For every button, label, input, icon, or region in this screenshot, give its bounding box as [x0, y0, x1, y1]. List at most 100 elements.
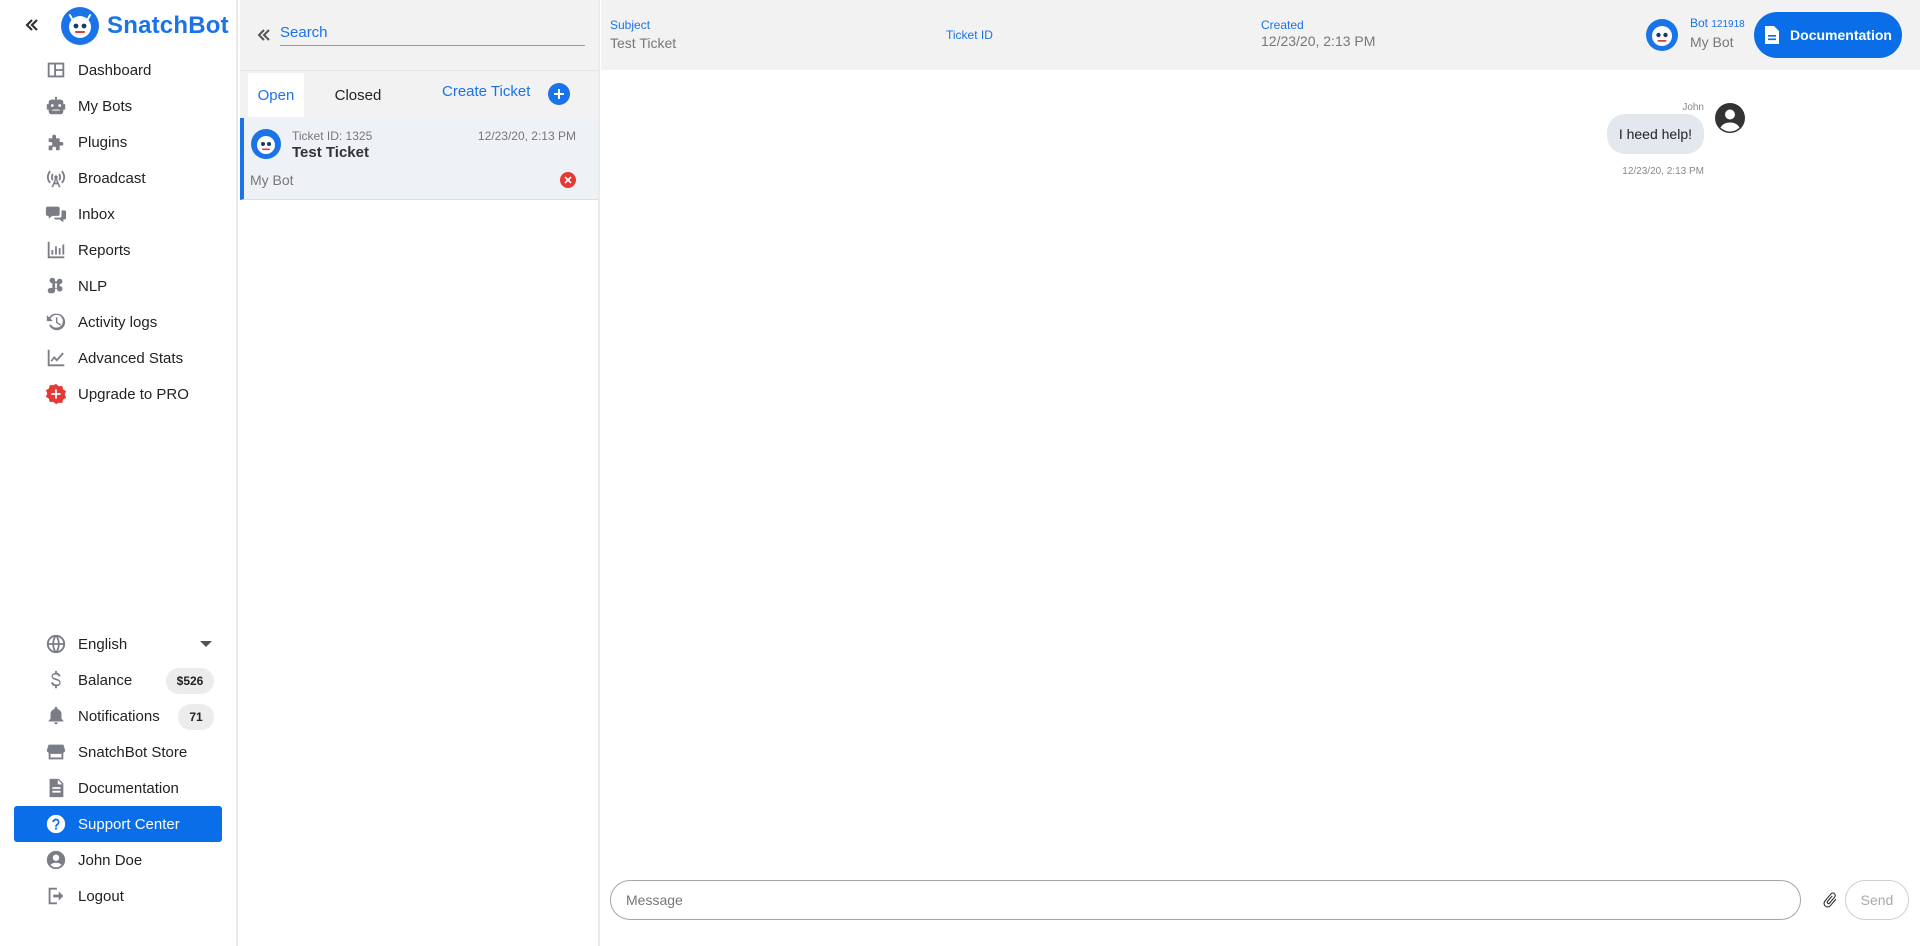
ticket-list-panel: Open Closed Create Ticket Ticket ID: 132… [240, 0, 600, 946]
sidebar-item-label: Reports [78, 241, 131, 259]
sidebar-item-label: Support Center [78, 815, 180, 833]
robot-icon [44, 94, 68, 118]
sidebar-header: SnatchBot [0, 0, 236, 52]
sidebar-item-plugins[interactable]: Plugins [14, 124, 222, 160]
message-bubble: I heed help! [1606, 114, 1704, 154]
bar-chart-icon [44, 238, 68, 262]
ticket-list-header [240, 0, 598, 70]
sidebar-item-profile[interactable]: John Doe [14, 842, 222, 878]
user-icon [44, 848, 68, 872]
ticket-title: Test Ticket [292, 144, 369, 161]
language-label: English [78, 635, 128, 653]
message-thread: John I heed help! 12/23/20, 2:13 PM [601, 70, 1920, 862]
subject-label: Subject [610, 18, 651, 32]
sidebar-item-my-bots[interactable]: My Bots [14, 88, 222, 124]
tab-closed[interactable]: Closed [320, 73, 396, 117]
ticket-conversation: Subject Test Ticket Ticket ID Created 12… [601, 0, 1920, 946]
line-chart-icon [44, 346, 68, 370]
sidebar-item-label: Logout [78, 887, 124, 905]
message-composer: Send [601, 862, 1920, 946]
balance-badge: $526 [166, 668, 214, 694]
sidebar-item-notifications[interactable]: Notifications 71 [14, 698, 222, 734]
message-author: John [1682, 102, 1704, 113]
sidebar-item-label: My Bots [78, 97, 133, 115]
search-input[interactable] [280, 20, 585, 46]
dashboard-icon [44, 58, 68, 82]
sidebar-item-label: Dashboard [78, 61, 152, 79]
sidebar-item-upgrade[interactable]: Upgrade to PRO [14, 376, 222, 412]
bell-icon [44, 704, 68, 728]
sidebar-item-label: Broadcast [78, 169, 146, 187]
sidebar-item-nlp[interactable]: NLP [14, 268, 222, 304]
created-value: 12/23/20, 2:13 PM [1261, 33, 1376, 49]
sidebar-item-label: Activity logs [78, 313, 158, 331]
dollar-icon [44, 668, 68, 692]
send-button[interactable]: Send [1845, 880, 1909, 920]
ticket-list-item[interactable]: Ticket ID: 1325 12/23/20, 2:13 PM Test T… [240, 118, 598, 200]
user-avatar-icon [1715, 103, 1745, 133]
sidebar-item-inbox[interactable]: Inbox [14, 196, 222, 232]
sidebar-item-activity-logs[interactable]: Activity logs [14, 304, 222, 340]
sidebar-item-label: Advanced Stats [78, 349, 184, 367]
sidebar: SnatchBot Dashboard My Bots Plugins Broa… [0, 0, 238, 946]
main-nav: Dashboard My Bots Plugins Broadcast Inbo… [0, 52, 236, 412]
store-icon [44, 740, 68, 764]
secondary-nav: English Balance $526 Notifications 71 Sn… [0, 626, 236, 914]
sidebar-item-label: Inbox [78, 205, 115, 223]
paperclip-icon[interactable] [1821, 891, 1839, 909]
sidebar-item-balance[interactable]: Balance $526 [14, 662, 222, 698]
documentation-button-label: Documentation [1790, 27, 1892, 43]
nlp-icon [44, 274, 68, 298]
sidebar-item-support-center[interactable]: Support Center [14, 806, 222, 842]
ticket-id: Ticket ID: 1325 [292, 129, 373, 143]
bot-label: Bot 121918 [1690, 16, 1745, 30]
broadcast-icon [44, 166, 68, 190]
sidebar-item-label: SnatchBot Store [78, 743, 188, 761]
ticket-date: 12/23/20, 2:13 PM [477, 129, 576, 143]
caret-down-icon [200, 641, 212, 647]
documentation-button[interactable]: Documentation [1754, 12, 1902, 58]
plus-icon[interactable] [548, 83, 570, 105]
close-ticket-icon[interactable] [560, 172, 576, 188]
sidebar-item-label: Documentation [78, 779, 179, 797]
ticket-id-label: Ticket ID [946, 28, 993, 42]
sidebar-item-advanced-stats[interactable]: Advanced Stats [14, 340, 222, 376]
sidebar-item-broadcast[interactable]: Broadcast [14, 160, 222, 196]
chat-icon [44, 202, 68, 226]
tab-open[interactable]: Open [248, 73, 304, 117]
help-icon [44, 812, 68, 836]
sidebar-item-label: NLP [78, 277, 108, 295]
message-timestamp: 12/23/20, 2:13 PM [1622, 166, 1704, 177]
bot-id: 121918 [1711, 19, 1745, 30]
logout-icon [44, 884, 68, 908]
bot-avatar [1646, 19, 1678, 51]
sidebar-item-label: Balance [78, 671, 133, 689]
bot-avatar [251, 129, 281, 159]
bot-name: My Bot [1690, 34, 1734, 50]
sidebar-item-store[interactable]: SnatchBot Store [14, 734, 222, 770]
globe-icon [44, 632, 68, 656]
upgrade-icon [44, 382, 68, 406]
sidebar-item-label: Upgrade to PRO [78, 385, 189, 403]
message-input[interactable] [610, 880, 1801, 920]
language-selector[interactable]: English [14, 626, 222, 662]
created-label: Created [1261, 18, 1304, 32]
sidebar-item-reports[interactable]: Reports [14, 232, 222, 268]
history-icon [44, 310, 68, 334]
puzzle-icon [44, 130, 68, 154]
double-chevron-left-icon[interactable] [22, 14, 42, 36]
double-chevron-left-icon[interactable] [254, 25, 274, 45]
notifications-count-badge: 71 [178, 704, 214, 730]
brand-name: SnatchBot [107, 12, 229, 39]
sidebar-item-dashboard[interactable]: Dashboard [14, 52, 222, 88]
ticket-tabs: Open Closed Create Ticket [240, 70, 598, 118]
document-icon [44, 776, 68, 800]
bot-label-text: Bot [1690, 16, 1709, 30]
sidebar-item-label: Notifications [78, 707, 160, 725]
sidebar-item-logout[interactable]: Logout [14, 878, 222, 914]
snatchbot-logo[interactable] [60, 6, 100, 46]
sidebar-item-label: John Doe [78, 851, 143, 869]
document-icon [1765, 26, 1780, 44]
create-ticket-link[interactable]: Create Ticket [442, 83, 530, 100]
sidebar-item-documentation[interactable]: Documentation [14, 770, 222, 806]
